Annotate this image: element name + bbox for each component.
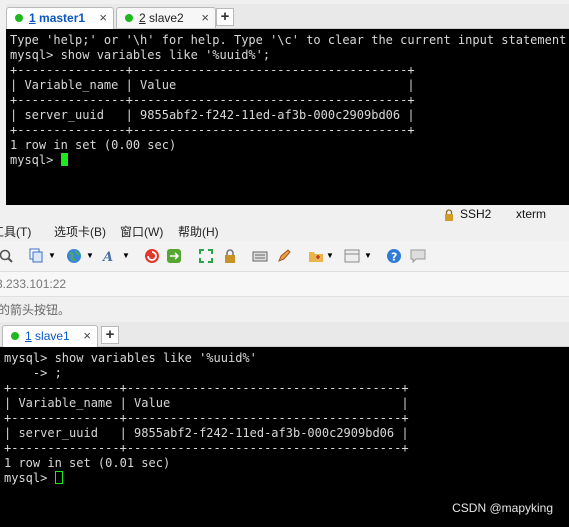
dropdown-arrow[interactable]: ▼ [326,248,342,264]
toolbar: ▼ ▼ A ▼ ▼ ▼ ? [0,241,569,272]
layout-icon[interactable] [344,248,360,264]
tab-label: master1 [39,11,86,25]
prompt: mysql> [4,471,55,485]
close-icon[interactable]: × [99,8,107,28]
globe-icon[interactable] [66,248,82,264]
terminal-line: | server_uuid | 9855abf2-f242-11ed-af3b-… [4,426,409,440]
close-icon[interactable]: × [201,8,209,28]
terminal-output[interactable]: Type 'help;' or '\h' for help. Type '\c'… [6,29,569,205]
keyboard-icon[interactable] [252,248,268,264]
lock-icon[interactable] [222,248,238,264]
tab-master1[interactable]: 1 master1 × [6,7,114,29]
new-tab-button[interactable]: + [216,8,234,26]
terminal-line: | server_uuid | 9855abf2-f242-11ed-af3b-… [10,108,415,122]
cursor [54,471,63,484]
tab-number: 2 [139,11,146,25]
search-icon[interactable] [0,248,14,264]
watermark: CSDN @mapyking [452,501,553,515]
menu-item-tools[interactable]: 工具(T) [0,223,31,239]
dropdown-arrow[interactable]: ▼ [86,248,102,264]
folder-add-icon[interactable] [308,248,324,264]
green-transfer-icon[interactable] [166,248,182,264]
terminal-line: mysql> show variables like '%uuid%'; [10,48,271,62]
terminal-line: +---------------+-----------------------… [4,441,409,455]
prompt-line: mysql> [4,471,569,486]
tab-slave2[interactable]: 2 slave2 × [116,7,216,28]
connected-status-icon [125,14,133,22]
menu-item-tabs[interactable]: 选项卡(B) [54,223,106,239]
dropdown-arrow[interactable]: ▼ [364,248,380,264]
menu-item-help[interactable]: 帮助(H) [178,223,219,239]
terminal-line: 1 row in set (0.00 sec) [10,138,177,152]
svg-text:?: ? [391,251,397,264]
terminal-line: +---------------+-----------------------… [4,411,409,425]
top-tab-bar: 1 master1 × 2 slave2 × + [6,4,569,29]
lock-icon [444,208,454,221]
terminal-line: Type 'help;' or '\h' for help. Type '\c'… [10,33,569,47]
prompt-line: mysql> [10,153,569,168]
address-text: 3.233.101:22 [0,277,67,291]
hint-text: 的箭头按钮。 [0,303,71,317]
close-icon[interactable]: × [83,326,91,346]
tab-number: 1 [25,329,32,343]
tab-slave1[interactable]: 1 slave1 × [2,325,98,347]
tab-number: 1 [29,11,36,25]
bottom-tab-bar: 1 slave1 × + [0,322,569,347]
terminal-line: +---------------+-----------------------… [10,123,415,137]
terminal-line: | Variable_name | Value | [10,78,415,92]
font-icon[interactable]: A [102,248,118,264]
terminal-line: | Variable_name | Value | [4,396,409,410]
tab-label: slave1 [35,329,70,343]
tab-label: slave2 [149,11,184,25]
red-spiral-icon[interactable] [144,248,160,264]
terminal-line: -> ; [4,366,62,380]
address-bar[interactable]: 3.233.101:22 [0,272,569,297]
cursor [60,153,68,166]
new-tab-button[interactable]: + [101,326,119,344]
bottom-terminal-window: 1 slave1 × + mysql> show variables like … [0,322,569,527]
copy-icon[interactable] [28,248,44,264]
dropdown-arrow[interactable]: ▼ [48,248,64,264]
terminal-line: +---------------+-----------------------… [10,63,415,77]
prompt: mysql> [10,153,61,167]
terminal-output[interactable]: mysql> show variables like '%uuid%' -> ;… [0,347,569,527]
terminal-line: +---------------+-----------------------… [4,381,409,395]
comment-icon[interactable] [410,248,426,264]
terminal-line: mysql> show variables like '%uuid%' [4,351,257,365]
svg-text:A: A [102,250,113,264]
dropdown-arrow[interactable]: ▼ [122,248,138,264]
fullscreen-icon[interactable] [198,248,214,264]
pen-icon[interactable] [276,248,292,264]
connected-status-icon [15,14,23,22]
hint-text-row: 的箭头按钮。 [0,300,569,320]
top-terminal-window: 1 master1 × 2 slave2 × + Type 'help;' or… [6,0,569,232]
menu-bar: 工具(T) 选项卡(B) 窗口(W) 帮助(H) [0,221,569,239]
help-icon[interactable]: ? [386,248,402,264]
terminal-line: +---------------+-----------------------… [10,93,415,107]
menu-item-window[interactable]: 窗口(W) [120,223,163,239]
connected-status-icon [11,332,19,340]
terminal-line: 1 row in set (0.01 sec) [4,456,171,470]
